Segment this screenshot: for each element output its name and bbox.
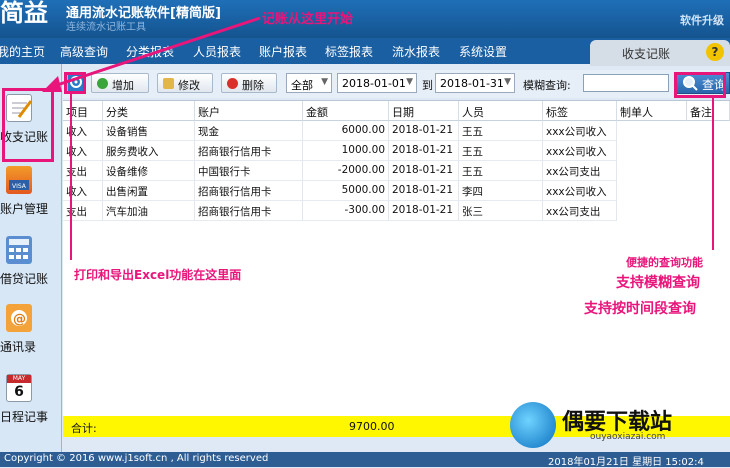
table-cell: 招商银行信用卡	[195, 141, 303, 161]
table-cell: 2018-01-21	[389, 201, 459, 221]
table-cell: 2018-01-21	[389, 141, 459, 161]
calendar-month: MAY	[7, 375, 31, 383]
chevron-down-icon: ▼	[321, 77, 328, 87]
calendar-icon: MAY 6	[6, 374, 32, 402]
table-cell: 收入	[63, 121, 103, 141]
table-cell: 汽车加油	[103, 201, 195, 221]
table-cell: xx公司支出	[543, 161, 617, 181]
menu-home[interactable]: 我的主页	[0, 43, 45, 60]
table-cell: -2000.00	[303, 161, 389, 181]
table-cell: 2018-01-21	[389, 121, 459, 141]
table-cell: 设备维修	[103, 161, 195, 181]
sidebar-item-accounts[interactable]: VISA 账户管理	[0, 162, 62, 228]
menu-system-settings[interactable]: 系统设置	[459, 43, 507, 60]
column-header[interactable]: 项目	[63, 101, 103, 121]
calculator-icon	[6, 236, 32, 264]
sidebar-item-label: 账户管理	[0, 202, 49, 216]
table-cell: 招商银行信用卡	[195, 201, 303, 221]
at-sign-icon: @	[6, 304, 32, 332]
table-cell: 张三	[459, 201, 543, 221]
bank-card-icon: VISA	[6, 166, 32, 194]
date-to-label: 到	[422, 79, 433, 92]
table-cell: xxx公司收入	[543, 141, 617, 161]
upgrade-link[interactable]: 软件升级	[680, 12, 724, 28]
annotation-fuzzy: 支持模糊查询	[616, 275, 700, 291]
annotation-arrow	[42, 16, 261, 92]
status-datetime: 2018年01月21日 星期日 15:02:4	[548, 457, 704, 468]
sidebar-item-contacts[interactable]: @ 通讯录	[0, 300, 62, 366]
search-input[interactable]	[583, 74, 669, 92]
table-cell: 现金	[195, 121, 303, 141]
column-header[interactable]: 标签	[543, 101, 617, 121]
watermark-url: ouyaoxiazai.com	[590, 432, 666, 442]
table-cell: 2018-01-21	[389, 181, 459, 201]
table-cell: -300.00	[303, 201, 389, 221]
table-cell: 招商银行信用卡	[195, 181, 303, 201]
panel-title: 收支记账	[622, 47, 671, 61]
svg-text:@: @	[13, 312, 26, 327]
sidebar-item-label: 通讯录	[0, 340, 37, 354]
sidebar-item-label: 借贷记账	[0, 272, 49, 286]
annotation-query-title: 便捷的查询功能	[626, 256, 703, 269]
help-icon[interactable]: ?	[706, 43, 724, 61]
status-bar: Copyright © 2016 www.j1soft.cn , All rig…	[0, 452, 730, 468]
annotation-print-export: 打印和导出Excel功能在这里面	[74, 268, 242, 282]
table-cell: 设备销售	[103, 121, 195, 141]
table-cell: 王五	[459, 161, 543, 181]
date-to-value: 2018-01-31	[440, 77, 504, 90]
table-cell: xxx公司收入	[543, 181, 617, 201]
menu-tag-report[interactable]: 标签报表	[325, 43, 373, 60]
table-cell: 出售闲置	[103, 181, 195, 201]
total-label: 合计:	[71, 422, 97, 435]
filter-select[interactable]: 全部 ▼	[286, 73, 332, 93]
table-cell: xx公司支出	[543, 201, 617, 221]
table-cell: 服务费收入	[103, 141, 195, 161]
date-from-value: 2018-01-01	[342, 77, 406, 90]
annotation-line	[712, 98, 714, 250]
calendar-dropdown-icon: ▼	[406, 77, 413, 87]
table-cell: 李四	[459, 181, 543, 201]
column-header[interactable]: 分类	[103, 101, 195, 121]
filter-value: 全部	[291, 79, 313, 92]
sidebar-item-loans[interactable]: 借贷记账	[0, 232, 62, 298]
copyright: Copyright © 2016 www.j1soft.cn , All rig…	[4, 453, 269, 464]
annotation-line	[70, 94, 72, 260]
table-cell: 收入	[63, 141, 103, 161]
svg-text:VISA: VISA	[12, 183, 27, 190]
calendar-day: 6	[14, 384, 24, 400]
table-cell: 5000.00	[303, 181, 389, 201]
table-cell: 支出	[63, 161, 103, 181]
annotation-start: 记账从这里开始	[262, 12, 354, 27]
table-cell: 王五	[459, 141, 543, 161]
annotation-period: 支持按时间段查询	[584, 301, 696, 317]
table-cell: 收入	[63, 181, 103, 201]
column-header[interactable]: 人员	[459, 101, 543, 121]
table-cell: 2018-01-21	[389, 161, 459, 181]
table-cell: xxx公司收入	[543, 121, 617, 141]
fuzzy-query-label: 模糊查询:	[523, 79, 571, 92]
table-cell: 王五	[459, 121, 543, 141]
table-cell: 1000.00	[303, 141, 389, 161]
table-cell: 6000.00	[303, 121, 389, 141]
sidebar-item-label: 日程记事	[0, 410, 49, 424]
column-header[interactable]: 账户	[195, 101, 303, 121]
sidebar-item-schedule[interactable]: MAY 6 日程记事	[0, 370, 62, 436]
column-header[interactable]: 制单人	[617, 101, 687, 121]
date-to-picker[interactable]: 2018-01-31 ▼	[435, 73, 515, 93]
total-value: 9700.00	[349, 420, 395, 433]
watermark-logo	[510, 402, 556, 448]
watermark: 偶要下载站 ouyaoxiazai.com	[510, 400, 725, 452]
column-header[interactable]: 日期	[389, 101, 459, 121]
highlight-query-button	[674, 72, 726, 98]
menu-flow-report[interactable]: 流水报表	[392, 43, 440, 60]
calendar-dropdown-icon: ▼	[504, 77, 511, 87]
column-header[interactable]: 备注	[687, 101, 730, 121]
column-header[interactable]: 金额	[303, 101, 389, 121]
panel-tab-income-expense[interactable]: 收支记账 ?	[590, 40, 730, 66]
table-cell: 中国银行卡	[195, 161, 303, 181]
table-cell: 支出	[63, 201, 103, 221]
date-from-picker[interactable]: 2018-01-01 ▼	[337, 73, 417, 93]
